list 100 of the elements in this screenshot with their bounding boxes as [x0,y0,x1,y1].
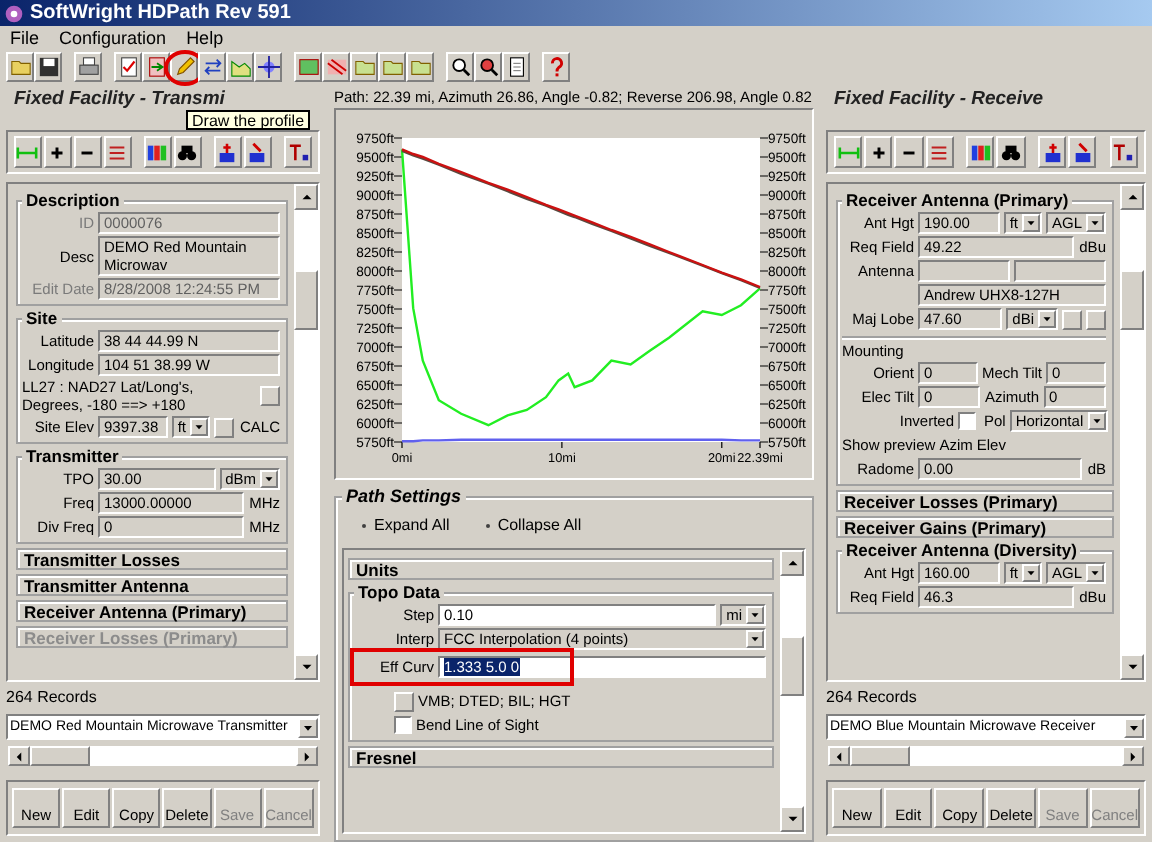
page-icon [505,56,527,78]
tool-button[interactable] [925,136,954,168]
zoom-in-button[interactable] [446,52,474,82]
tool-button[interactable] [966,136,995,168]
draw-profile-button[interactable] [170,52,198,82]
small-button[interactable] [213,417,234,437]
record-count: 264 Records [826,688,919,708]
section-header[interactable]: Receiver Gains (Primary) [836,516,1114,538]
caret-icon [260,470,278,488]
section-header[interactable]: Transmitter Antenna [16,574,288,596]
tower-up-icon [1041,141,1064,163]
panel-title: Fixed Facility - Receive [832,88,1046,110]
map-icon [297,56,319,78]
link[interactable]: Expand All [358,514,450,536]
open-button[interactable] [6,52,34,82]
section-title[interactable]: Description [22,190,124,210]
tool-button[interactable] [284,136,313,168]
t-icon [287,141,310,163]
menu-item[interactable]: File [10,28,40,48]
tool-button[interactable] [73,136,102,168]
link[interactable]: Collapse All [481,514,582,536]
caret-icon [746,606,764,624]
scroll-arrow-button[interactable] [296,746,318,766]
checkbox[interactable] [394,716,412,734]
scroll-arrow-button[interactable] [1122,746,1144,766]
scroll-arrow-button[interactable] [780,806,804,832]
print-button[interactable] [74,52,102,82]
input-field[interactable] [918,260,1010,282]
tool-button[interactable] [502,52,530,82]
tool-button[interactable] [173,136,202,168]
tool-button[interactable] [103,136,132,168]
tool-button[interactable] [43,136,72,168]
tower-up-icon [216,141,239,163]
caret-icon [1021,564,1040,582]
tool-button[interactable] [143,136,172,168]
scroll-arrow-button[interactable] [780,550,804,576]
section-header[interactable]: Receiver Losses (Primary) [836,490,1114,512]
help-button[interactable] [542,52,570,82]
list-icon [928,141,951,163]
window-title: SoftWright HDPath Rev 591 [30,2,291,24]
scroll-arrow-button[interactable] [8,746,30,766]
color-bars-icon [969,141,992,163]
tool-button[interactable] [1109,136,1139,168]
binoculars-icon [176,141,199,163]
section-title[interactable]: Receiver Antenna (Primary) [842,190,1073,210]
section-title[interactable]: Receiver Antenna (Diversity) [842,540,1081,560]
scroll-arrow-button[interactable] [828,746,850,766]
scroll-thumb[interactable] [294,270,318,330]
profile-chart-icon [229,56,251,78]
scroll-arrow-button[interactable] [1120,654,1144,680]
tool-button[interactable] [198,52,226,82]
zoom-in-icon [449,56,471,78]
tool-button[interactable] [243,136,272,168]
scroll-thumb[interactable] [780,636,804,696]
menu-item[interactable]: Configuration [59,28,167,48]
scroll-arrow-button[interactable] [294,184,318,210]
tower-down-icon [1071,141,1094,163]
caret-icon [189,418,208,436]
color-bars-icon [146,141,169,163]
tooltip: Draw the profile [186,110,311,130]
section-header[interactable]: Receiver Antenna (Primary) [16,600,288,622]
section-header[interactable]: Units [348,558,774,580]
caret-icon [1087,412,1106,430]
section-title[interactable]: Topo Data [354,582,444,602]
document-arrow-icon [145,56,167,78]
list-icon [106,141,129,163]
tool-button[interactable] [254,52,282,82]
section-title[interactable]: Site [22,308,62,328]
tower-down-icon [246,141,269,163]
small-button[interactable] [260,386,280,406]
bullet-icon [481,519,494,531]
section-title[interactable]: Transmitter [22,446,123,466]
menu-item[interactable]: Help [186,28,224,48]
scroll-thumb[interactable] [30,746,90,766]
section-header[interactable]: Transmitter Losses [16,548,288,570]
tool-button[interactable] [894,136,924,168]
input-field[interactable] [1014,260,1106,282]
tool-button[interactable] [142,52,170,82]
scroll-arrow-button[interactable] [294,654,318,680]
caret-icon [298,717,318,737]
tool-button[interactable] [1068,136,1097,168]
save-button[interactable] [34,52,62,82]
panel-title: Fixed Facility - Transmi [12,88,227,110]
small-button[interactable] [394,691,414,711]
section-header[interactable]: Fresnel [348,746,774,768]
binoculars-icon [1000,141,1023,163]
record-count: 264 Records [6,688,99,708]
tool-button[interactable] [996,136,1026,168]
tool-button[interactable] [214,136,242,168]
scroll-thumb[interactable] [850,746,910,766]
folder-map-icon [409,56,431,78]
caret-icon [1038,310,1056,328]
zoom-out-button[interactable] [474,52,502,82]
scroll-thumb[interactable] [1120,270,1144,330]
scroll-arrow-button[interactable] [1120,184,1144,210]
tool-button[interactable] [1038,136,1067,168]
tool-button[interactable] [114,52,142,82]
tool-button[interactable] [864,136,893,168]
caret-icon [1086,564,1104,582]
tool-button[interactable] [294,52,322,82]
